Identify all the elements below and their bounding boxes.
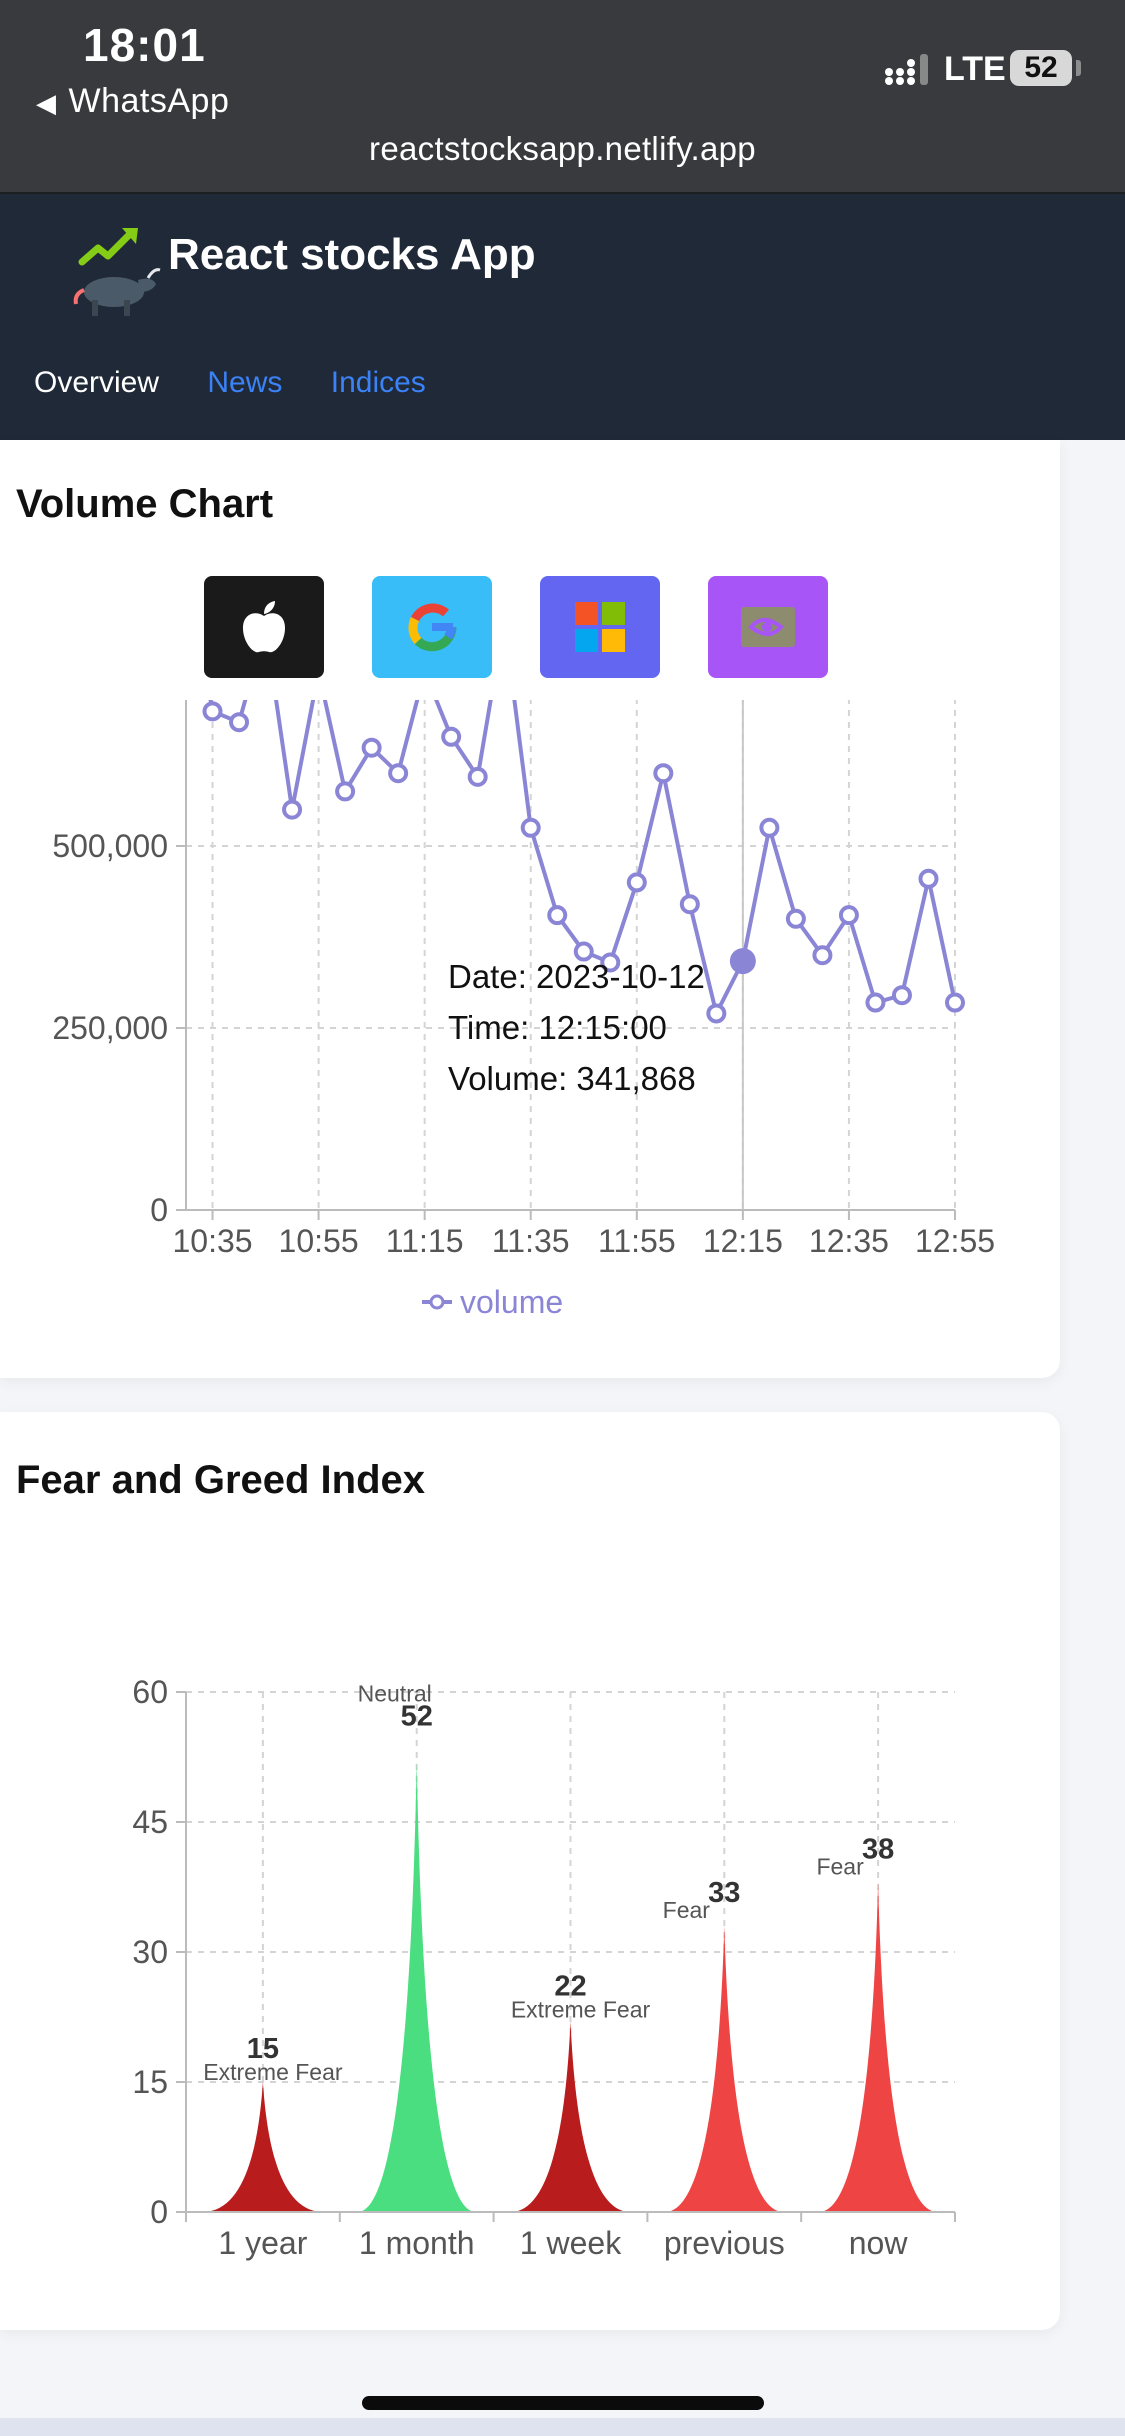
volume-x-tick-label: 10:55 <box>279 1223 359 1259</box>
fg-value-label: 38 <box>862 1834 894 1866</box>
volume-point[interactable] <box>520 817 541 838</box>
url-bar[interactable]: reactstocksapp.netlify.app <box>0 130 1125 168</box>
volume-point[interactable] <box>759 817 780 838</box>
browser-status-bar: 18:01 ◀ WhatsApp LTE 52 reactstocksapp.ne… <box>0 0 1125 194</box>
volume-chart-title: Volume Chart <box>16 482 274 526</box>
fg-spike <box>665 1926 783 2212</box>
nav-overview[interactable]: Overview <box>34 366 159 399</box>
volume-y-tick-label: 500,000 <box>52 828 168 864</box>
fear-greed-chart: 15Extreme FearNeutral5222Extreme Fear33F… <box>132 1674 956 2261</box>
back-to-app-link[interactable]: ◀ WhatsApp <box>36 82 229 121</box>
volume-point[interactable] <box>891 985 912 1006</box>
fear-greed-card: Fear and Greed Index 15 Extreme Fear Neutr… <box>0 1412 1060 2330</box>
volume-legend-marker <box>429 1294 445 1310</box>
fg-sentiment-label: Extreme Fear <box>511 1996 651 2022</box>
volume-point[interactable] <box>838 905 859 926</box>
volume-point-active[interactable] <box>729 948 756 975</box>
volume-tooltip-line: Date: 2023-10-12 <box>448 958 705 995</box>
fg-value-label: 52 <box>401 1700 433 1732</box>
fg-y-tick-label: 15 <box>132 2064 168 2100</box>
volume-line-chart[interactable]: 0250,000500,000750,0001,000,00010:3510:5… <box>0 700 1060 1400</box>
fg-spike <box>204 2082 322 2212</box>
volume-point[interactable] <box>229 712 250 733</box>
microsoft-icon <box>575 602 625 652</box>
volume-legend[interactable]: volume <box>422 1284 563 1320</box>
battery-tip <box>1076 60 1081 76</box>
bottom-strip <box>0 2418 1125 2436</box>
volume-x-tick-label: 12:35 <box>809 1223 889 1259</box>
fg-y-tick-label: 45 <box>132 1804 168 1840</box>
fg-sentiment-label: Fear <box>816 1854 864 1880</box>
nvidia-stock-button[interactable] <box>708 576 828 678</box>
fg-y-tick-label: 30 <box>132 1934 168 1970</box>
fg-x-tick-label: previous <box>664 2225 785 2261</box>
volume-point[interactable] <box>865 992 886 1013</box>
volume-point[interactable] <box>388 763 409 784</box>
volume-chart-card: Volume Chart 0 250,000 500,000 10:35 10:… <box>0 440 1060 1378</box>
fg-sentiment-label: Fear <box>663 1897 711 1923</box>
volume-point[interactable] <box>626 872 647 893</box>
fg-x-tick-label: 1 month <box>359 2225 475 2261</box>
app-title: React stocks App <box>168 230 536 279</box>
volume-tooltip: Date: 2023-10-12 Time: 12:15:00 Volume: 34… <box>448 958 705 1097</box>
volume-x-tick-label: 12:15 <box>703 1223 783 1259</box>
volume-point[interactable] <box>282 799 303 820</box>
signal-icon <box>885 54 928 85</box>
volume-point[interactable] <box>361 737 382 758</box>
fg-x-tick-label: 1 year <box>218 2225 307 2261</box>
microsoft-stock-button[interactable] <box>540 576 660 678</box>
fg-x-tick-label: now <box>849 2225 909 2261</box>
volume-legend-label[interactable]: volume <box>460 1284 563 1320</box>
volume-point[interactable] <box>467 766 488 787</box>
main-nav: Overview News Indices <box>34 366 466 400</box>
volume-point[interactable] <box>653 763 674 784</box>
app-header: React stocks App Overview News Indices <box>0 194 1125 440</box>
volume-point[interactable] <box>706 1003 727 1024</box>
back-app-label: WhatsApp <box>68 82 230 120</box>
volume-x-tick-label: 10:35 <box>172 1223 252 1259</box>
volume-x-tick-label: 12:55 <box>915 1223 995 1259</box>
fg-spike <box>358 1761 476 2212</box>
volume-point[interactable] <box>547 905 568 926</box>
volume-point[interactable] <box>945 992 965 1013</box>
bull-logo-icon <box>73 228 161 316</box>
fg-value-label: 33 <box>708 1877 740 1909</box>
network-type: LTE <box>944 50 1006 88</box>
nvidia-icon <box>741 607 795 647</box>
home-indicator[interactable] <box>362 2396 764 2410</box>
nav-news[interactable]: News <box>207 366 282 399</box>
volume-point[interactable] <box>679 894 700 915</box>
volume-x-tick-label: 11:55 <box>598 1223 676 1259</box>
volume-point[interactable] <box>918 868 939 889</box>
volume-point[interactable] <box>335 781 356 802</box>
volume-point[interactable] <box>441 726 462 747</box>
volume-point[interactable] <box>812 945 833 966</box>
volume-tooltip-line: Time: 12:15:00 <box>448 1009 667 1046</box>
volume-point[interactable] <box>202 701 223 722</box>
fg-spike <box>819 1882 937 2212</box>
fg-x-tick-label: 1 week <box>520 2225 622 2261</box>
fg-y-tick-label: 60 <box>132 1674 168 1710</box>
back-arrow-icon: ◀ <box>36 88 57 118</box>
volume-point[interactable] <box>785 908 806 929</box>
status-time: 18:01 <box>83 19 206 71</box>
google-stock-button[interactable] <box>372 576 492 678</box>
volume-y-tick-label: 250,000 <box>52 1010 168 1046</box>
fg-spike <box>512 2021 629 2212</box>
apple-icon <box>243 601 285 653</box>
fg-sentiment-label: Extreme Fear <box>203 2059 343 2085</box>
volume-x-tick-label: 11:15 <box>386 1223 464 1259</box>
apple-stock-button[interactable] <box>204 576 324 678</box>
volume-y-tick-label: 0 <box>150 1192 168 1228</box>
volume-x-tick-label: 11:35 <box>492 1223 570 1259</box>
volume-tooltip-line: Volume: 341,868 <box>448 1060 696 1097</box>
volume-grid <box>186 700 956 1211</box>
battery-icon: 52 <box>1010 50 1072 86</box>
nav-indices[interactable]: Indices <box>331 366 426 399</box>
google-icon <box>408 603 457 652</box>
fg-y-tick-label: 0 <box>150 2194 168 2230</box>
